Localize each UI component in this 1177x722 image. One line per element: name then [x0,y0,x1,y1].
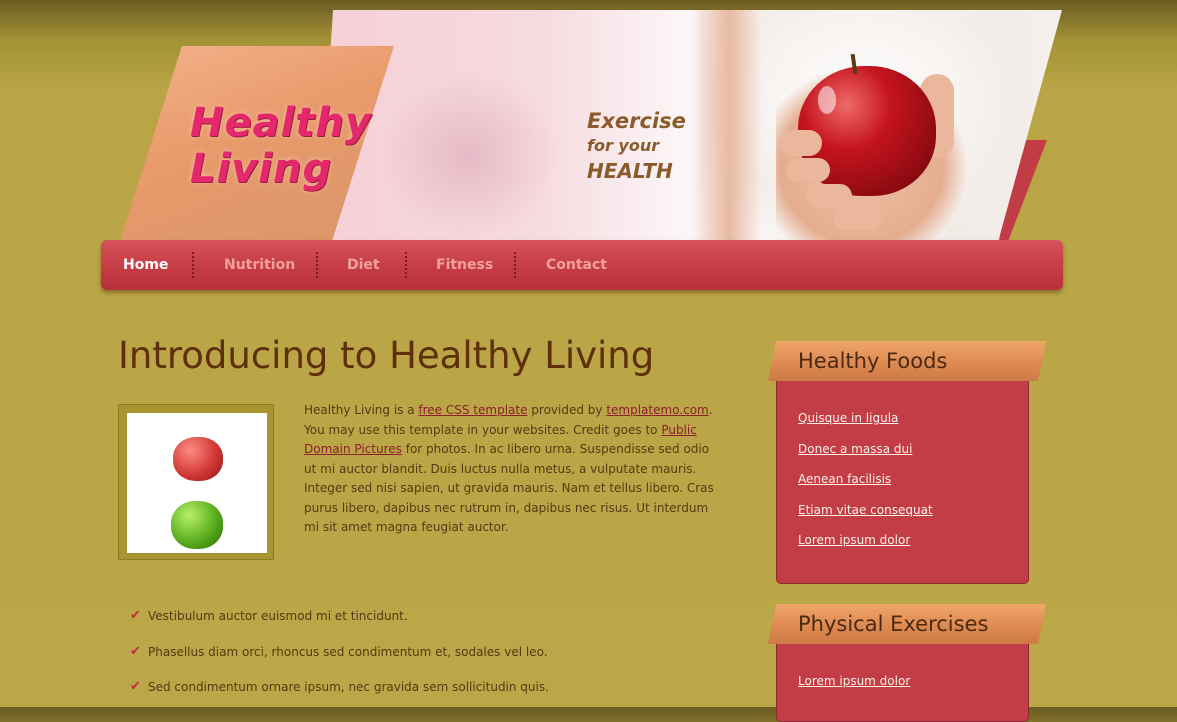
checklist-item: ✔ Phasellus diam orci, rhoncus sed condim… [130,640,549,676]
sidebar-link-etiam[interactable]: Etiam vitae consequat [798,503,933,517]
check-icon: ✔ [130,608,141,623]
sidebar-link-aenean[interactable]: Aenean facilisis [798,472,891,486]
intro-text: Healthy Living is a [304,403,419,417]
intro-text: provided by [527,403,607,417]
finger-image [786,158,830,182]
nav-nutrition[interactable]: Nutrition [224,240,295,290]
nav-fitness[interactable]: Fitness [436,240,493,290]
nav-contact[interactable]: Contact [546,240,607,290]
slogan-line-3: HEALTH [587,159,673,183]
check-icon: ✔ [130,643,141,659]
checklist-text: Sed condimentum ornare ipsum, nec gravid… [148,680,549,694]
healthy-foods-header: Healthy Foods [768,341,1046,381]
logo-line-2: Living [190,146,333,192]
sidebar-link-lorem[interactable]: Lorem ipsum dolor [798,533,910,547]
nav-home[interactable]: Home [123,240,168,290]
slogan-line-2: for your [587,136,660,155]
arm-image [690,10,762,242]
site-logo[interactable]: Healthy Living [190,100,372,192]
sidebar-link-lorem[interactable]: Lorem ipsum dolor [798,674,910,688]
healthy-foods-title: Healthy Foods [798,349,948,373]
physical-exercises-box: Lorem ipsum dolor [776,641,1029,722]
nav-separator [316,252,318,278]
main-nav: Home Nutrition Diet Fitness Contact [101,240,1063,290]
check-icon: ✔ [130,679,141,694]
healthy-foods-box: Quisque in ligula Donec a massa dui Aene… [776,378,1029,584]
checklist-text: Phasellus diam orci, rhoncus sed condime… [148,644,548,659]
nav-separator [405,252,407,278]
slogan: Exercise for your HEALTH [587,108,686,184]
apple-highlight [818,86,836,114]
checklist: ✔ Vestibulum auctor euismod mi et tincidu… [130,604,549,711]
nav-separator [192,252,194,278]
apples-image-frame [118,404,274,560]
physical-exercises-title: Physical Exercises [798,612,989,636]
smoke-decoration [380,70,560,240]
page-title: Introducing to Healthy Living [118,334,655,377]
physical-exercises-header: Physical Exercises [768,604,1046,644]
finger-image [834,206,882,230]
nav-diet[interactable]: Diet [347,240,380,290]
checklist-item: ✔ Vestibulum auctor euismod mi et tincidu… [130,604,549,640]
red-apple-image [173,437,223,481]
nav-separator [514,252,516,278]
green-apple-image [171,501,223,549]
sidebar-link-quisque[interactable]: Quisque in ligula [798,411,898,425]
slogan-line-1: Exercise [587,109,686,133]
sidebar-link-donec[interactable]: Donec a massa dui [798,442,912,456]
free-css-template-link[interactable]: free CSS template [418,403,527,417]
finger-image [780,130,822,156]
finger-image [806,184,852,208]
templatemo-link[interactable]: templatemo.com [606,403,708,417]
apples-image [127,413,267,553]
checklist-text: Vestibulum auctor euismod mi et tincidun… [148,609,408,623]
logo-line-1: Healthy [190,100,372,146]
intro-paragraph: Healthy Living is a free CSS template pr… [304,401,714,538]
checklist-item: ✔ Sed condimentum ornare ipsum, nec gravi… [130,675,549,711]
